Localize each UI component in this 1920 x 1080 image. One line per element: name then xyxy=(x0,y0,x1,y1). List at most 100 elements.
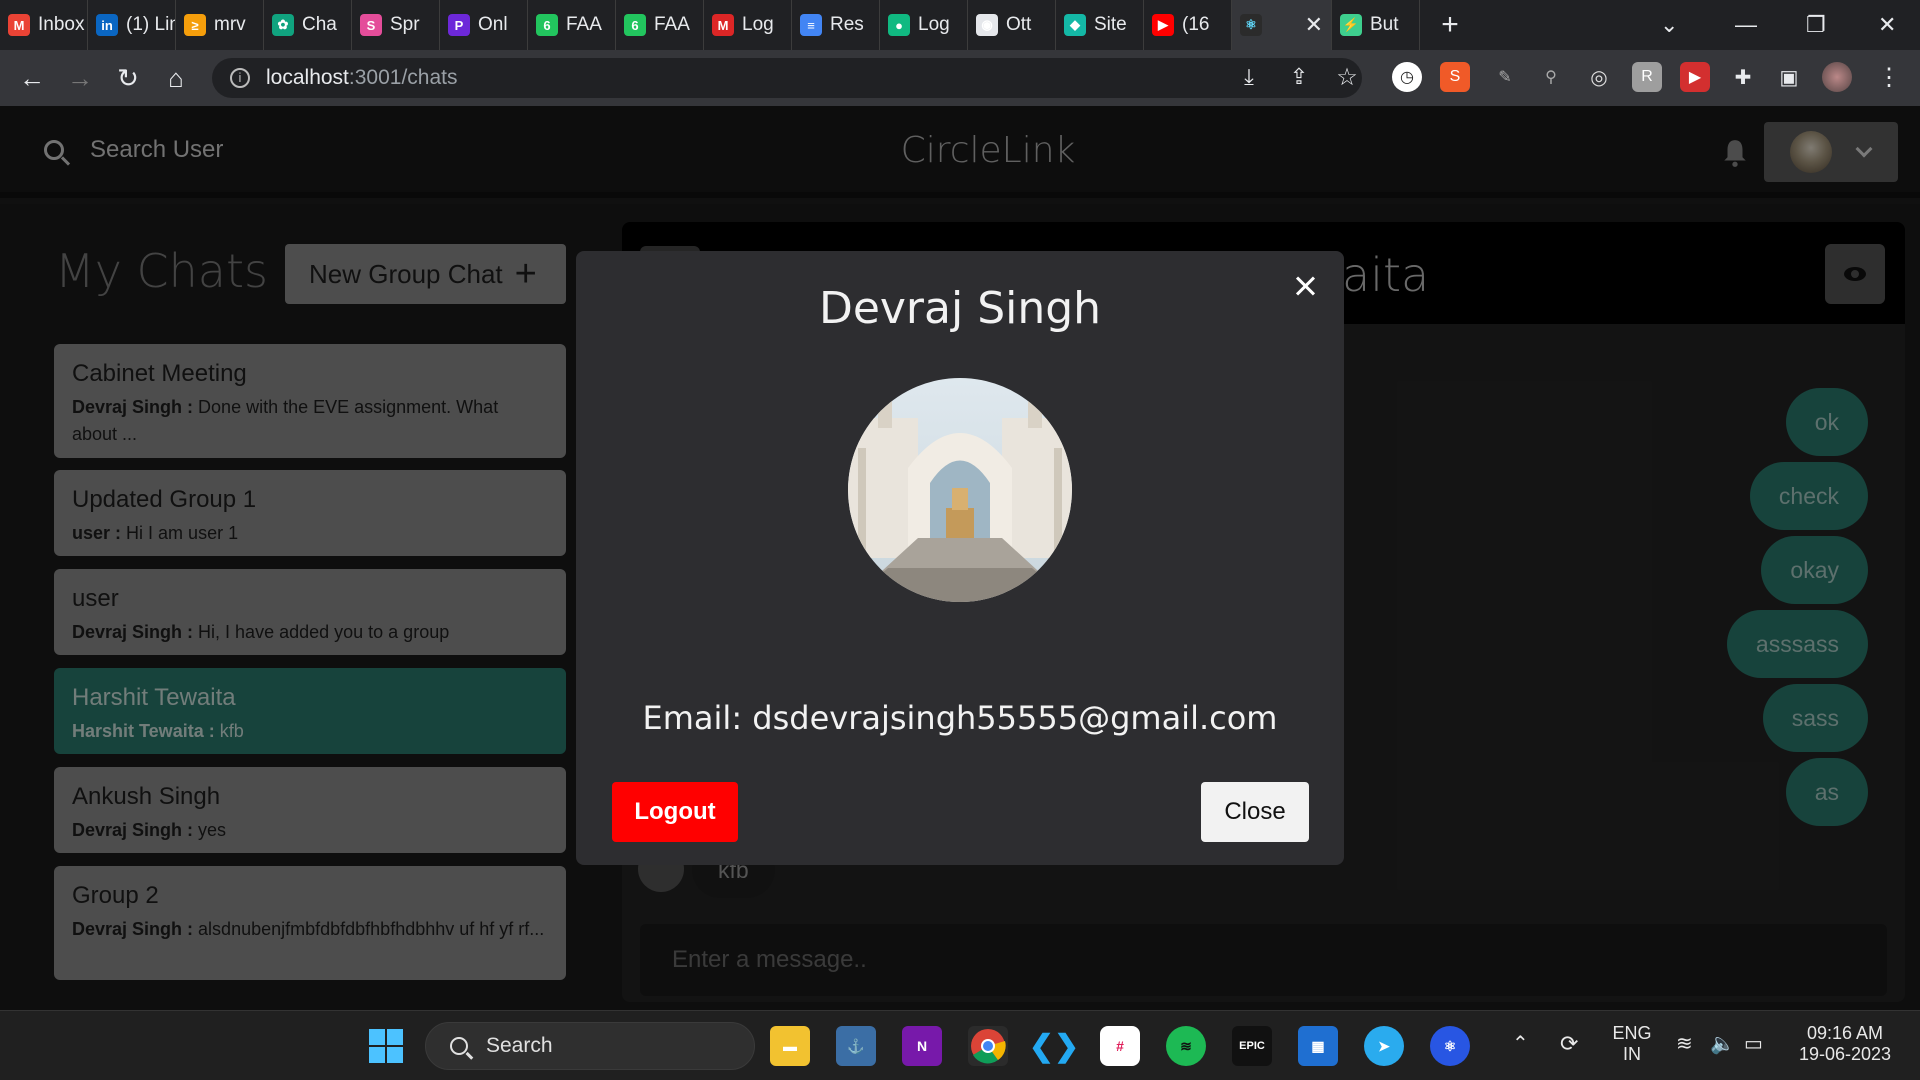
tab-favicon-icon: S xyxy=(360,14,382,36)
clock-date: 19-06-2023 xyxy=(1798,1044,1892,1064)
minimize-icon[interactable]: — xyxy=(1735,0,1757,50)
browser-menu-icon[interactable]: ⋮ xyxy=(1874,62,1904,92)
tab-favicon-icon: M xyxy=(712,14,734,36)
taskbar-search-label: Search xyxy=(486,1034,553,1057)
extension-clock-icon[interactable]: ◷ xyxy=(1392,62,1422,92)
reload-icon[interactable]: ↻ xyxy=(104,63,152,94)
tab-label: FAA xyxy=(654,14,690,35)
profile-avatar-icon[interactable] xyxy=(1822,62,1852,92)
sync-icon[interactable]: ⟳ xyxy=(1560,1031,1578,1057)
clock[interactable]: 09:16 AM 19-06-2023 xyxy=(1790,1023,1900,1065)
tab-label: Res xyxy=(830,14,864,35)
tab-label: Inbox xyxy=(38,14,85,35)
browser-tab[interactable]: ✿ Cha xyxy=(264,0,352,50)
tab-favicon-icon: ▶ xyxy=(1152,14,1174,36)
tab-label: Onl xyxy=(478,14,508,35)
browser-tab[interactable]: M Inbox xyxy=(0,0,88,50)
tab-favicon-icon: ✿ xyxy=(272,14,294,36)
tray-chevron-up-icon[interactable]: ⌃ xyxy=(1512,1031,1529,1056)
extensions-puzzle-icon[interactable]: ✚ xyxy=(1728,62,1758,92)
language-indicator[interactable]: ENG IN xyxy=(1610,1023,1654,1065)
window-close-icon[interactable]: ✕ xyxy=(1878,0,1896,50)
tab-label: Log xyxy=(742,14,774,35)
wifi-icon[interactable]: ≋ xyxy=(1676,1031,1693,1056)
vscode-icon[interactable]: ❮❯ xyxy=(1029,1026,1079,1066)
bookmark-star-icon[interactable]: ☆ xyxy=(1332,62,1362,92)
new-tab-icon[interactable]: + xyxy=(1420,8,1480,42)
browser-tab[interactable]: M Log xyxy=(704,0,792,50)
extension-s-icon[interactable]: S xyxy=(1440,62,1470,92)
logout-button[interactable]: Logout xyxy=(612,782,738,842)
spotify-icon[interactable]: ≋ xyxy=(1166,1026,1206,1066)
browser-tab[interactable]: ⚡ But xyxy=(1332,0,1420,50)
file-explorer-icon[interactable]: ▬ xyxy=(770,1026,810,1066)
restore-icon[interactable]: ❐ xyxy=(1806,0,1826,50)
tab-label: Ott xyxy=(1006,14,1032,35)
site-info-icon[interactable]: i xyxy=(230,68,250,88)
back-icon[interactable]: ← xyxy=(8,63,56,94)
extension-grammar-icon[interactable]: R xyxy=(1632,62,1662,92)
slack-icon[interactable]: # xyxy=(1100,1026,1140,1066)
browser-tab[interactable]: ≡ Res xyxy=(792,0,880,50)
taskbar-search[interactable]: Search xyxy=(425,1022,755,1070)
mysql-workbench-icon[interactable]: ⚓ xyxy=(836,1026,876,1066)
modal-title: Devraj Singh xyxy=(818,283,1102,334)
onenote-icon[interactable]: N xyxy=(902,1026,942,1066)
tab-favicon-icon: ≥ xyxy=(184,14,206,36)
profile-modal: Devraj Singh Email: dsdevrajsingh55555@g… xyxy=(576,251,1344,865)
profile-picture xyxy=(848,378,1072,602)
extension-pen-icon[interactable]: ✎ xyxy=(1490,62,1520,92)
side-panel-icon[interactable]: ▣ xyxy=(1774,62,1804,92)
windows-start-icon[interactable] xyxy=(366,1026,406,1066)
browser-tab[interactable]: 6 FAA xyxy=(616,0,704,50)
tab-favicon-icon: ≡ xyxy=(800,14,822,36)
tab-label: (1) LinkedIn xyxy=(126,14,175,35)
home-icon[interactable]: ⌂ xyxy=(152,63,200,94)
tab-favicon-icon: ◉ xyxy=(976,14,998,36)
chrome-icon[interactable] xyxy=(968,1026,1008,1066)
tab-label: Log xyxy=(918,14,950,35)
epic-games-icon[interactable]: EPIC xyxy=(1232,1026,1272,1066)
language-line2: IN xyxy=(1623,1044,1641,1064)
tab-favicon-icon: 6 xyxy=(536,14,558,36)
browser-tab[interactable]: ● Log xyxy=(880,0,968,50)
browser-tab[interactable]: 6 FAA xyxy=(528,0,616,50)
tab-favicon-icon: in xyxy=(96,14,118,36)
volume-icon[interactable]: 🔈 xyxy=(1710,1031,1735,1056)
browser-tab[interactable]: ≥ mrv xyxy=(176,0,264,50)
telegram-icon[interactable]: ➤ xyxy=(1364,1026,1404,1066)
address-bar[interactable]: i localhost:3001/chats xyxy=(212,58,1362,98)
tab-favicon-icon: ⚡ xyxy=(1340,14,1362,36)
language-line1: ENG xyxy=(1612,1023,1652,1043)
battery-icon[interactable]: ▭ xyxy=(1744,1031,1763,1056)
browser-tab[interactable]: P Onl xyxy=(440,0,528,50)
extension-pin-icon[interactable]: ⚲ xyxy=(1536,62,1566,92)
tab-close-icon[interactable]: ✕ xyxy=(1305,12,1323,38)
share-icon[interactable]: ⇪ xyxy=(1284,62,1314,92)
forward-icon[interactable]: → xyxy=(56,63,104,94)
tab-search-icon[interactable]: ⌄ xyxy=(1660,0,1678,50)
browser-tab-strip: M Inboxin (1) LinkedIn ≥ mrv ✿ Cha S Spr P Onl 6 FAA… xyxy=(0,0,1920,50)
browser-tab[interactable]: S Spr xyxy=(352,0,440,50)
install-icon[interactable]: ⤓ xyxy=(1234,62,1264,92)
tab-favicon-icon: M xyxy=(8,14,30,36)
extension-play-icon[interactable]: ▶ xyxy=(1680,62,1710,92)
modal-email: Email: dsdevrajsingh55555@gmail.com xyxy=(642,699,1278,737)
close-button[interactable]: Close xyxy=(1201,782,1309,842)
browser-tab[interactable]: in (1) LinkedIn xyxy=(88,0,176,50)
close-icon[interactable] xyxy=(1290,271,1320,301)
browser-tab[interactable]: ◉ Ott xyxy=(968,0,1056,50)
react-devtools-icon[interactable]: ⚛ xyxy=(1430,1026,1470,1066)
tab-label: Site xyxy=(1094,14,1127,35)
windows-taskbar: Search ▬ ⚓ N ❮❯ # ≋ EPIC ▦ ➤ ⚛ ⌃ ⟳ ENG I… xyxy=(0,1010,1920,1080)
tab-label: FAA xyxy=(566,14,602,35)
browser-tab[interactable]: ▶ (16 xyxy=(1144,0,1232,50)
browser-tab-active[interactable]: ⚛ ✕ xyxy=(1232,0,1332,50)
tab-favicon-icon: P xyxy=(448,14,470,36)
url-path: :3001/chats xyxy=(348,66,458,89)
tab-label: Spr xyxy=(390,14,420,35)
calendar-icon[interactable]: ▦ xyxy=(1298,1026,1338,1066)
browser-tab[interactable]: ◆ Site xyxy=(1056,0,1144,50)
extension-target-icon[interactable]: ◎ xyxy=(1584,62,1614,92)
search-icon xyxy=(450,1037,468,1055)
